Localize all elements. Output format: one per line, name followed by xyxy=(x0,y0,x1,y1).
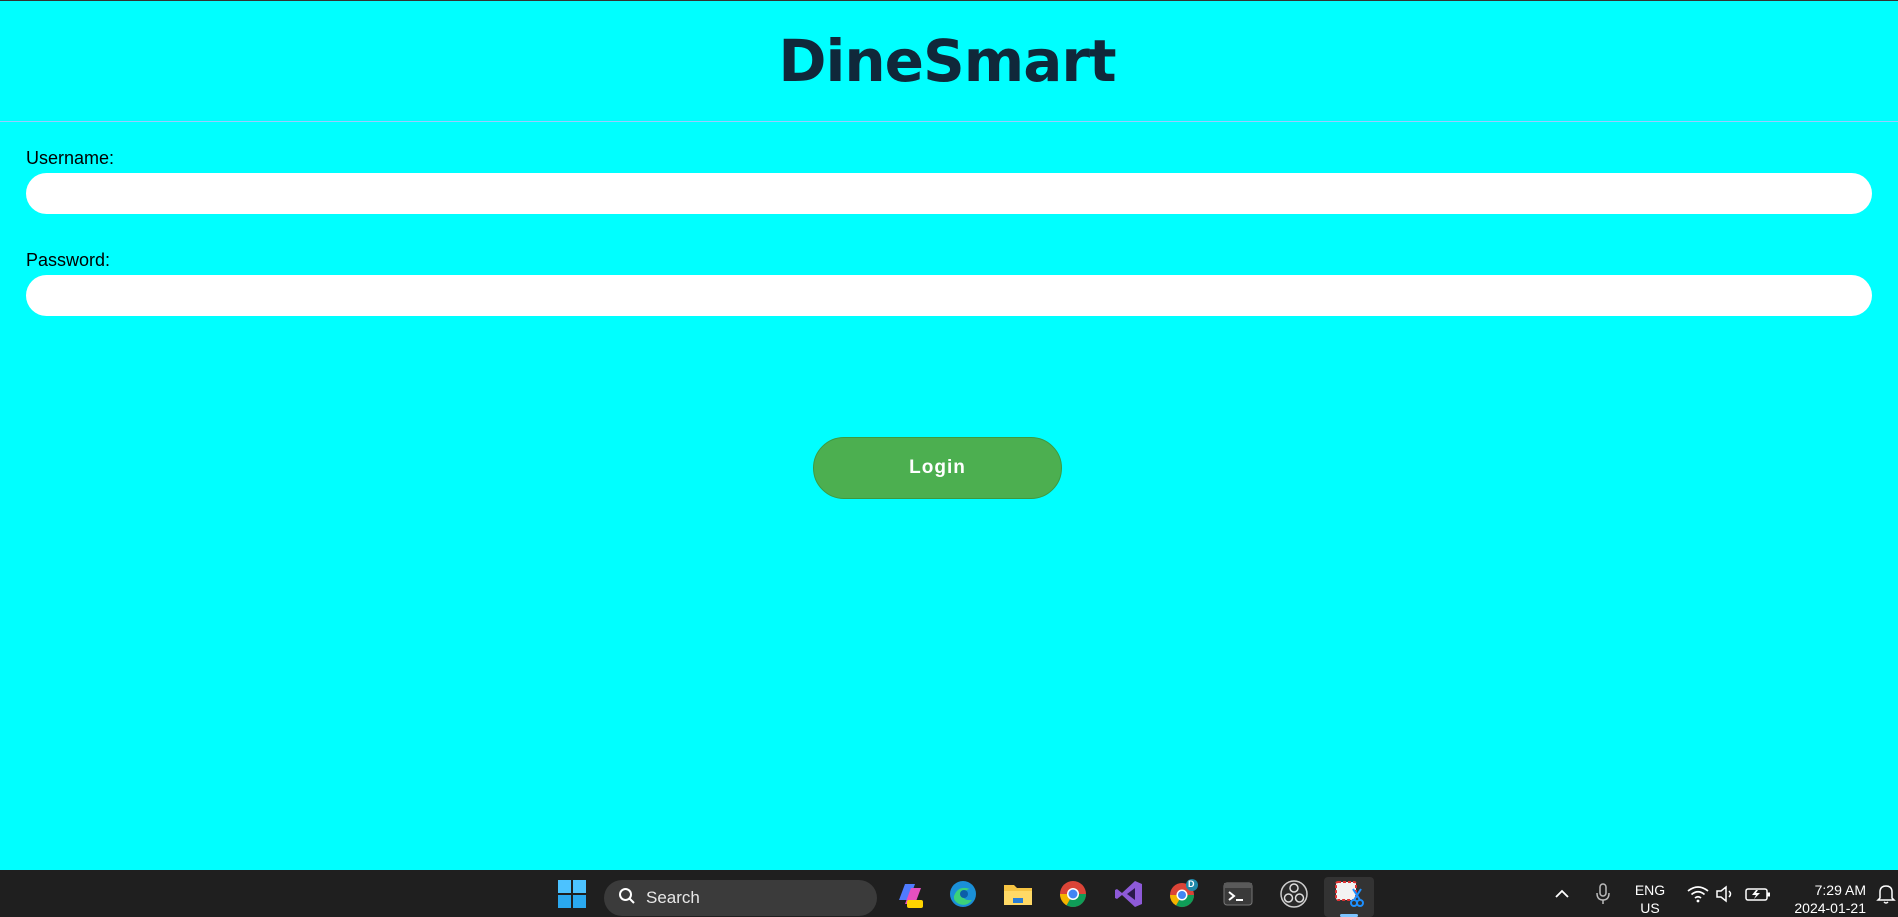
notification-bell-icon[interactable] xyxy=(1874,878,1898,910)
search-icon xyxy=(618,887,636,910)
clock-time: 7:29 AM xyxy=(1814,882,1866,898)
copilot-pre-icon[interactable] xyxy=(893,878,925,910)
file-explorer-icon[interactable] xyxy=(1002,878,1034,910)
obs-icon[interactable] xyxy=(1278,878,1310,910)
app-window: DineSmart Username: Password: Login xyxy=(0,0,1898,870)
app-title: DineSmart xyxy=(778,27,1116,95)
windows-start-icon[interactable] xyxy=(556,878,588,910)
wifi-icon[interactable] xyxy=(1683,878,1713,910)
app-header: DineSmart xyxy=(0,1,1898,122)
snipping-tool-icon[interactable] xyxy=(1333,878,1365,910)
chrome-icon[interactable] xyxy=(1057,878,1089,910)
username-input[interactable] xyxy=(26,173,1872,214)
password-label: Password: xyxy=(26,250,111,270)
visual-studio-icon[interactable] xyxy=(1113,878,1145,910)
volume-icon[interactable] xyxy=(1711,878,1741,910)
taskbar: Search D ENG US 7:29 AM 2024-01-21 xyxy=(0,870,1898,917)
language-indicator[interactable]: ENG US xyxy=(1628,881,1672,917)
chrome-profile-icon[interactable]: D xyxy=(1167,878,1199,910)
chrome-profile-badge: D xyxy=(1188,879,1195,889)
microphone-icon[interactable] xyxy=(1588,878,1618,910)
clock[interactable]: 7:29 AM 2024-01-21 xyxy=(1782,881,1866,917)
battery-icon[interactable] xyxy=(1741,878,1775,910)
password-input[interactable] xyxy=(26,275,1872,316)
language-code: ENG xyxy=(1634,882,1666,898)
region-code: US xyxy=(1640,900,1660,916)
edge-icon[interactable] xyxy=(947,878,979,910)
username-label: Username: xyxy=(26,148,115,168)
taskbar-search[interactable]: Search xyxy=(604,880,877,916)
clock-date: 2024-01-21 xyxy=(1794,900,1866,916)
chevron-up-icon[interactable] xyxy=(1547,878,1577,910)
terminal-icon[interactable] xyxy=(1222,878,1254,910)
login-button[interactable]: Login xyxy=(813,437,1062,499)
search-placeholder: Search xyxy=(646,888,700,907)
